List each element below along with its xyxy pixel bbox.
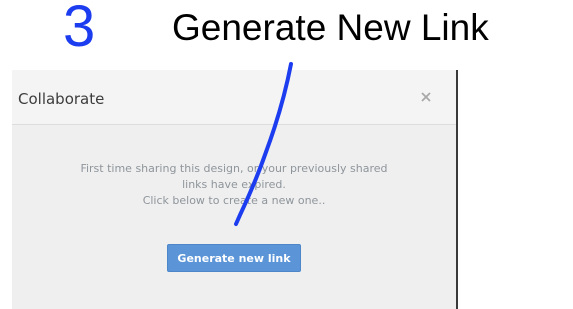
step-caption: Generate New Link [172, 7, 489, 48]
message-line: links have expired. [182, 178, 286, 191]
generate-new-link-button[interactable]: Generate new link [167, 244, 301, 272]
dialog-header: Collaborate [12, 70, 456, 125]
message-line: First time sharing this design, or your … [80, 162, 388, 175]
message-line: Click below to create a new one.. [142, 194, 326, 207]
close-icon[interactable] [418, 89, 434, 105]
dialog-title: Collaborate [18, 90, 105, 108]
dialog-body: First time sharing this design, or your … [12, 125, 456, 309]
collaborate-dialog: Collaborate First time sharing this desi… [12, 70, 458, 309]
share-message: First time sharing this design, or your … [34, 161, 434, 209]
step-number: 3 [63, 0, 96, 59]
